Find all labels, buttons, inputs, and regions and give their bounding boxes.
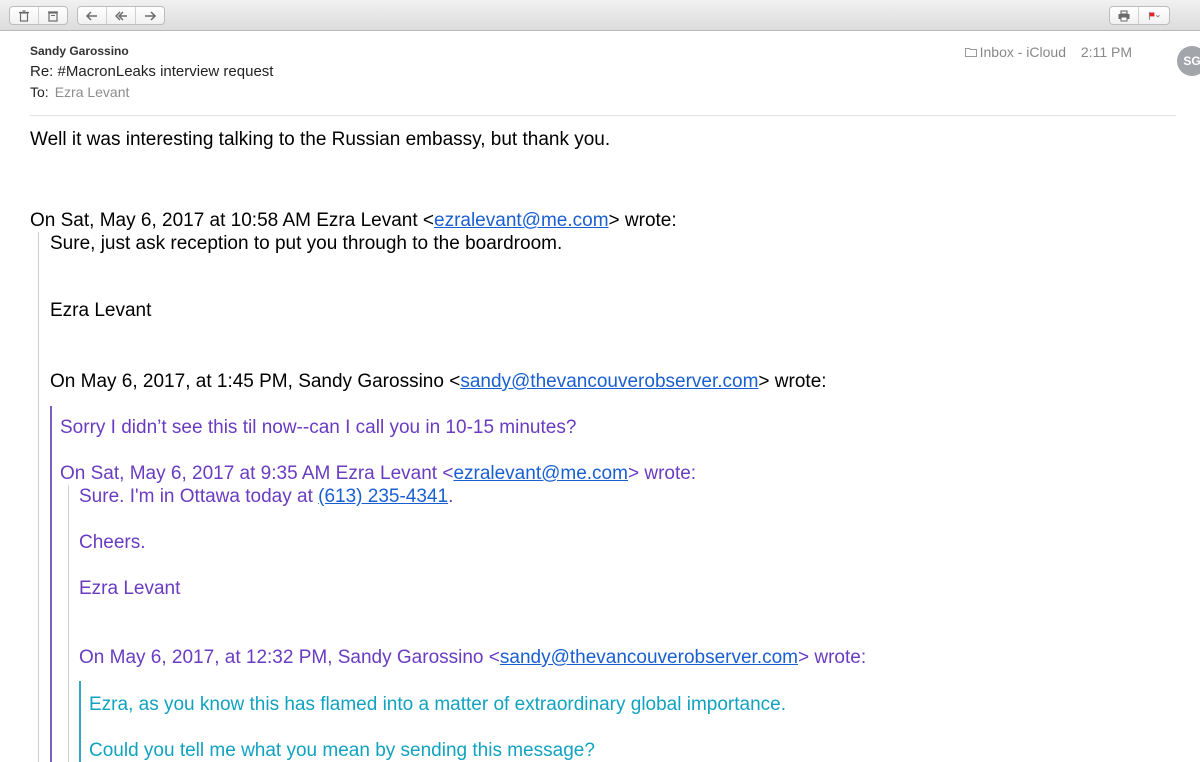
reply-text: Well it was interesting talking to the R… — [30, 129, 611, 150]
reply-icon[interactable] — [78, 7, 106, 24]
attribution-text: > wrote: — [798, 647, 867, 668]
quoted-text: Sure, just ask reception to put you thro… — [50, 233, 563, 254]
phone-link[interactable]: (613) 235-4341 — [318, 486, 448, 507]
sender-name[interactable]: Sandy Garossino — [30, 44, 129, 58]
recipient-row: To: Ezra Levant — [30, 84, 129, 100]
quote-attribution: On May 6, 2017, at 1:45 PM, Sandy Gaross… — [50, 370, 1170, 393]
email-link[interactable]: sandy@thevancouverobserver.com — [460, 371, 758, 392]
quoted-message: Sure. I'm in Ottawa today at (613) 235-4… — [68, 485, 1170, 762]
print-icon[interactable] — [1110, 7, 1138, 24]
quoted-text: Could you tell me what you mean by sendi… — [89, 740, 595, 761]
message-subject: Re: #MacronLeaks interview request — [30, 63, 274, 80]
quote-attribution: On May 6, 2017, at 12:32 PM, Sandy Garos… — [79, 646, 1170, 669]
delete-button-group — [9, 6, 68, 25]
signature: Ezra Levant — [79, 578, 181, 599]
print-flag-group — [1109, 6, 1170, 25]
attribution-text: > wrote: — [758, 371, 827, 392]
quoted-message: Sure, just ask reception to put you thro… — [38, 232, 1170, 762]
attribution-text: On Sat, May 6, 2017 at 9:35 AM Ezra Leva… — [60, 463, 454, 484]
to-label: To: — [30, 84, 49, 100]
quoted-text-part: Sure. I'm in Ottawa today at — [79, 486, 319, 507]
trash-icon[interactable] — [10, 7, 38, 24]
signature: Ezra Levant — [50, 300, 152, 321]
mailbox-name: Inbox - iCloud — [979, 44, 1066, 60]
avatar: SG — [1177, 46, 1200, 76]
quoted-text: Cheers. — [79, 532, 146, 553]
recipient-name[interactable]: Ezra Levant — [55, 84, 130, 100]
quoted-text: Ezra, as you know this has flamed into a… — [89, 694, 787, 715]
email-link[interactable]: sandy@thevancouverobserver.com — [500, 647, 798, 668]
email-link[interactable]: ezralevant@me.com — [434, 210, 609, 231]
email-link[interactable]: ezralevant@me.com — [453, 463, 628, 484]
flag-icon[interactable] — [1138, 7, 1169, 24]
reply-all-icon[interactable] — [106, 7, 135, 24]
forward-icon[interactable] — [135, 7, 164, 24]
attribution-text: > wrote: — [627, 463, 697, 484]
folder-icon — [964, 48, 977, 57]
attribution-text: On May 6, 2017, at 1:45 PM, Sandy Gaross… — [50, 371, 461, 392]
message-header: Sandy Garossino Re: #MacronLeaks intervi… — [30, 31, 1200, 116]
junk-icon[interactable] — [38, 7, 67, 24]
message-time: 2:11 PM — [1080, 44, 1132, 60]
message-toolbar — [0, 0, 1200, 31]
quote-attribution: On Sat, May 6, 2017 at 9:35 AM Ezra Leva… — [60, 462, 1170, 485]
quoted-text: Sure. I'm in Ottawa today at (613) 235-4… — [79, 485, 1170, 508]
quoted-message: Sorry I didn’t see this til now--can I c… — [50, 406, 1170, 762]
message-body: Well it was interesting talking to the R… — [30, 128, 1170, 762]
attribution-text: > wrote: — [608, 210, 677, 231]
quoted-text-part: . — [448, 486, 454, 507]
mailbox-label: Inbox - iCloud — [964, 44, 1066, 60]
quoted-text: Sorry I didn’t see this til now--can I c… — [60, 417, 577, 438]
reply-button-group — [77, 6, 165, 25]
attribution-text: On Sat, May 6, 2017 at 10:58 AM Ezra Lev… — [30, 210, 434, 231]
attribution-text: On May 6, 2017, at 12:32 PM, Sandy Garos… — [79, 647, 500, 668]
quote-attribution: On Sat, May 6, 2017 at 10:58 AM Ezra Lev… — [30, 209, 1170, 232]
